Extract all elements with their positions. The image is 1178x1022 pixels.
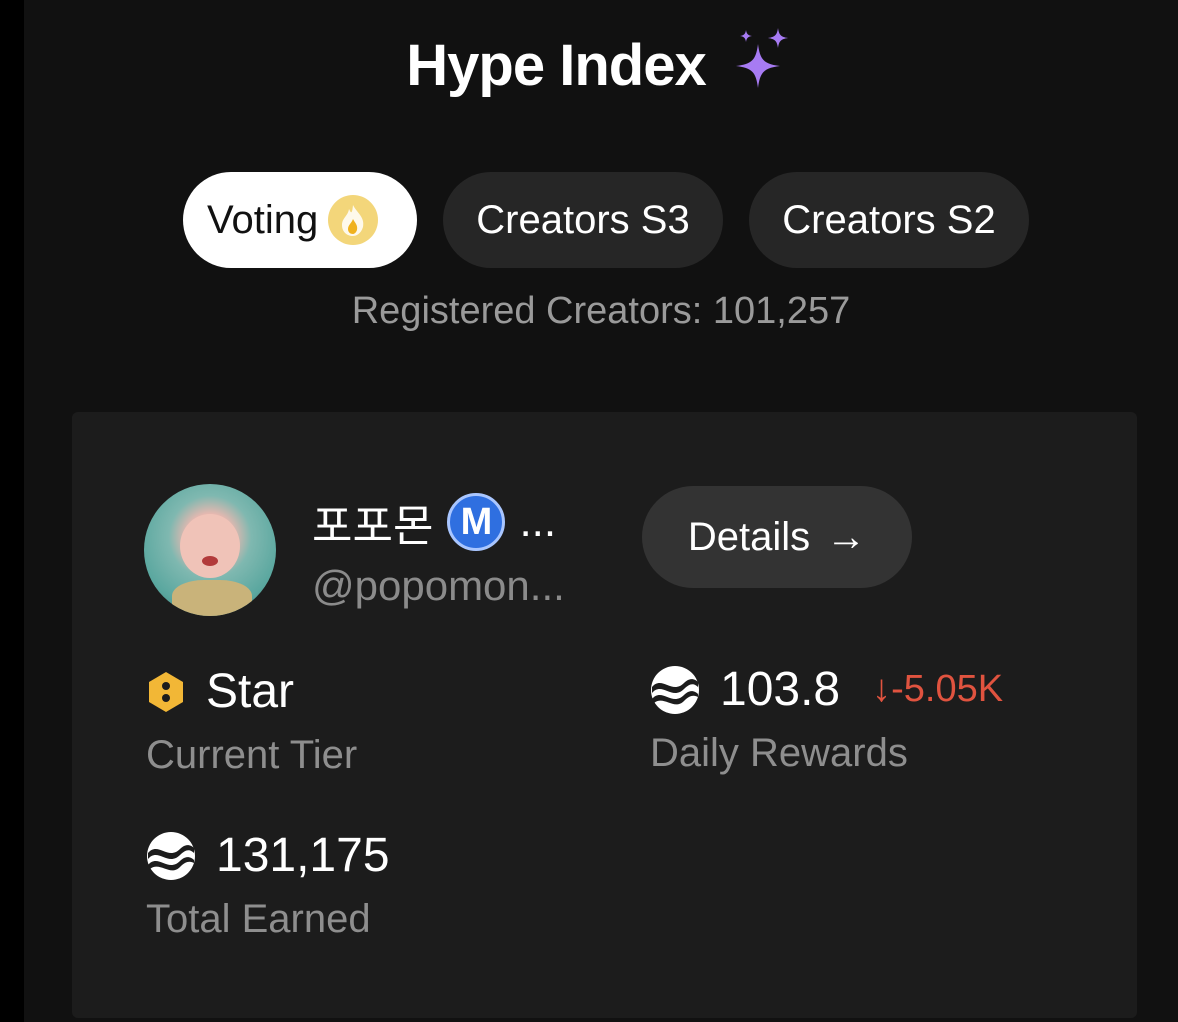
avatar[interactable] — [144, 484, 276, 616]
tab-creators-s2-label: Creators S2 — [782, 197, 996, 242]
tab-bar: Voting Creators S3 Creators S2 — [183, 172, 1029, 268]
sparkles-icon — [735, 28, 788, 88]
total-earned-label: Total Earned — [146, 897, 371, 941]
details-label: Details — [687, 514, 811, 559]
hype-index-page: Hype Index Voting Creators S3 Creators S… — [24, 0, 1178, 1022]
tier-badge-icon — [149, 671, 183, 712]
avatar-mouth — [202, 556, 218, 566]
tier-value: Star — [206, 665, 295, 718]
token-icon — [651, 665, 699, 714]
arrow-right-icon: → — [826, 514, 867, 559]
left-edge-bar — [0, 0, 24, 1022]
current-tier-stat: Star Current Tier — [146, 664, 357, 778]
creator-name-row[interactable]: 포포몬 M ... — [312, 490, 556, 554]
creator-name: 포포몬 — [312, 502, 434, 551]
creator-card: 포포몬 M ... @popomon... Details → Star Cur… — [72, 412, 1137, 1018]
registered-creators-count: Registered Creators: 101,257 — [351, 290, 851, 332]
details-button[interactable]: Details → — [642, 486, 912, 588]
tab-voting-label: Voting — [207, 197, 319, 242]
fire-icon — [328, 195, 379, 245]
avatar-face — [180, 514, 240, 578]
token-icon — [147, 831, 195, 880]
daily-rewards-value: 103.8 — [720, 663, 841, 716]
daily-rewards-change: ↓-5.05K — [872, 668, 1004, 710]
creator-handle: @popomon... — [312, 562, 565, 609]
daily-rewards-label: Daily Rewards — [650, 731, 908, 775]
tier-label: Current Tier — [146, 733, 358, 777]
tab-creators-s3[interactable]: Creators S3 — [443, 172, 723, 268]
header: Hype Index — [24, 20, 1178, 110]
page-title: Hype Index — [406, 32, 706, 98]
name-ellipsis: ... — [519, 497, 557, 546]
tab-creators-s2[interactable]: Creators S2 — [749, 172, 1029, 268]
daily-rewards-stat: 103.8 ↓-5.05K Daily Rewards — [650, 662, 1003, 776]
avatar-flowers — [172, 580, 252, 616]
verified-badge-icon: M — [447, 493, 506, 551]
total-earned-value: 131,175 — [216, 829, 390, 882]
total-earned-stat: 131,175 Total Earned — [146, 828, 390, 942]
tab-voting[interactable]: Voting — [183, 172, 417, 268]
tab-creators-s3-label: Creators S3 — [476, 197, 690, 242]
